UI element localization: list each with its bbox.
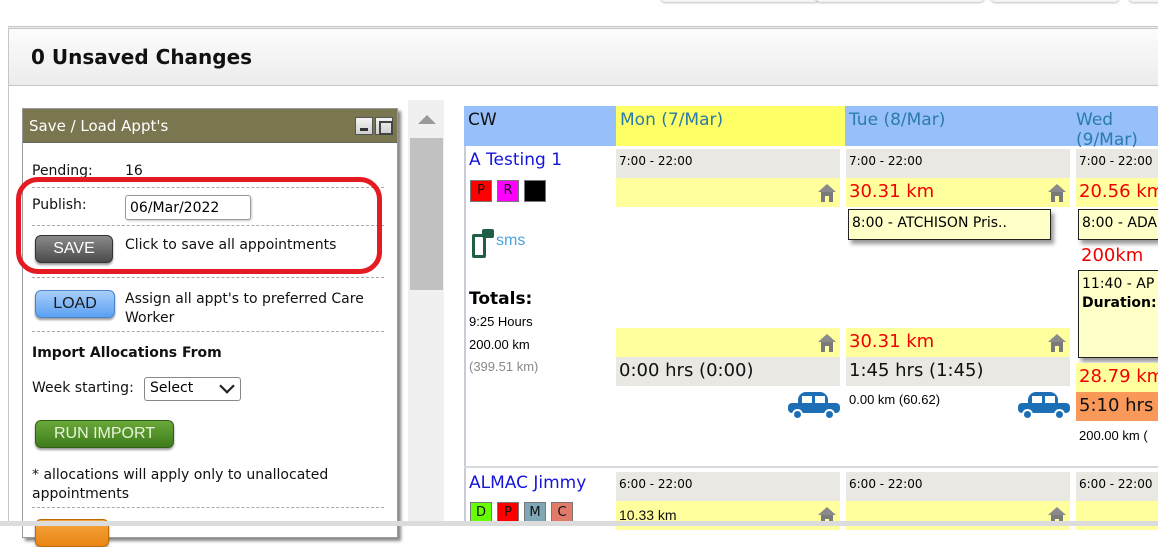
- shift-time[interactable]: 6:00 - 22:00: [616, 472, 840, 501]
- shift-time[interactable]: 6:00 - 22:00: [1076, 472, 1158, 501]
- home-icon: [818, 334, 836, 352]
- column-header-mon[interactable]: Mon (7/Mar): [613, 106, 842, 146]
- pending-label: Pending:: [32, 163, 93, 179]
- start-km-cell[interactable]: [616, 178, 840, 207]
- total-hours: 9:25 Hours: [469, 314, 533, 329]
- panel-scrollbar[interactable]: [408, 100, 444, 526]
- top-tab[interactable]: [990, 0, 1120, 2]
- worker-name-link[interactable]: ALMAC Jimmy: [469, 473, 586, 493]
- message-bubble-icon: [482, 229, 494, 238]
- divider: [32, 331, 384, 332]
- worker-name-link[interactable]: A Testing 1: [469, 150, 562, 170]
- load-description: Assign all appt's to preferred Care: [125, 291, 364, 307]
- total-km-estimate: (399.51 km): [469, 359, 539, 374]
- divider: [32, 225, 384, 226]
- worker-tag: R: [497, 180, 519, 202]
- appointment-card[interactable]: 11:40 - AP Duration:: [1078, 270, 1158, 358]
- publish-date-input[interactable]: [125, 195, 251, 220]
- shift-time[interactable]: 6:00 - 22:00: [846, 472, 1070, 501]
- scroll-up-icon[interactable]: [418, 115, 436, 124]
- car-icon[interactable]: [788, 392, 840, 420]
- save-button[interactable]: SAVE: [35, 235, 113, 263]
- publish-label: Publish:: [32, 197, 87, 213]
- minimize-icon[interactable]: [355, 117, 373, 135]
- end-km: 30.31 km: [849, 331, 935, 352]
- end-km-cell[interactable]: 30.31 km: [846, 328, 1070, 357]
- appointment-duration-label: Duration:: [1082, 295, 1157, 311]
- save-load-panel: Save / Load Appt's Pending: 16 Publish: …: [22, 108, 398, 547]
- load-description-cont: Worker: [125, 310, 175, 326]
- roster-calendar: CW Mon (7/Mar) Tue (8/Mar) Wed (9/Mar) A…: [464, 106, 1158, 530]
- appointment-title: 11:40 - AP: [1082, 276, 1155, 292]
- import-heading: Import Allocations From: [32, 345, 222, 361]
- shift-time[interactable]: 7:00 - 22:00: [616, 149, 840, 178]
- sms-label: sms: [496, 232, 526, 249]
- scroll-thumb[interactable]: [410, 138, 443, 290]
- week-starting-label: Week starting:: [32, 380, 134, 396]
- day-hours: 5:10 hrs: [1076, 392, 1158, 421]
- import-note: * allocations will apply only to unalloc…: [32, 467, 329, 483]
- pending-count: 16: [125, 163, 143, 179]
- appointment-card[interactable]: 8:00 - ATCHISON Pris..: [848, 209, 1051, 240]
- chevron-down-icon: [219, 378, 235, 394]
- column-header-tue[interactable]: Tue (8/Mar): [842, 106, 1072, 146]
- import-note-cont: appointments: [32, 486, 130, 502]
- load-button[interactable]: LOAD: [35, 290, 115, 318]
- panel-titlebar[interactable]: Save / Load Appt's: [23, 109, 397, 143]
- row-divider: [464, 466, 1158, 468]
- top-tab[interactable]: [815, 0, 985, 2]
- start-km-cell[interactable]: 20.56 km: [1076, 178, 1158, 207]
- shift-time[interactable]: 7:00 - 22:00: [1076, 149, 1158, 178]
- travel-km: 0.00 km (60.62): [849, 392, 941, 407]
- car-icon[interactable]: [1018, 392, 1070, 420]
- column-divider: [464, 146, 466, 526]
- divider: [32, 277, 384, 278]
- week-select-value: Select: [150, 380, 194, 396]
- shift-time[interactable]: 7:00 - 22:00: [846, 149, 1070, 178]
- end-km: 28.79 km: [1079, 366, 1158, 387]
- worker-tag: [524, 180, 546, 202]
- total-km: 200.00 km: [469, 337, 530, 352]
- divider: [32, 507, 384, 508]
- worker-tag: P: [470, 180, 492, 202]
- home-icon: [1048, 334, 1066, 352]
- content-border: [8, 86, 9, 526]
- sms-button[interactable]: sms: [469, 226, 539, 266]
- end-km-cell[interactable]: 28.79 km: [1076, 363, 1158, 392]
- divider: [32, 187, 384, 188]
- travel-km: 200.00 km (: [1079, 428, 1148, 443]
- top-tab[interactable]: [1128, 0, 1158, 2]
- day-hours: 1:45 hrs (1:45): [846, 357, 1070, 386]
- column-header-cw: CW: [464, 106, 613, 146]
- start-km: 20.56 km: [1079, 181, 1158, 202]
- start-km-cell[interactable]: 30.31 km: [846, 178, 1070, 207]
- week-starting-select[interactable]: Select: [144, 377, 241, 401]
- start-km: 30.31 km: [849, 181, 935, 202]
- day-hours: 0:00 hrs (0:00): [616, 357, 840, 386]
- end-km-cell[interactable]: [616, 328, 840, 357]
- home-icon: [1048, 184, 1066, 202]
- run-import-button[interactable]: RUN IMPORT: [35, 420, 174, 448]
- appointment-card[interactable]: 8:00 - ADA: [1078, 209, 1158, 240]
- column-header-wed[interactable]: Wed (9/Mar): [1072, 106, 1158, 150]
- top-tab[interactable]: [660, 0, 820, 2]
- save-description: Click to save all appointments: [125, 237, 337, 253]
- panel-title: Save / Load Appt's: [29, 117, 169, 135]
- bottom-edge: [0, 521, 1158, 526]
- top-tab-strip: [0, 0, 1158, 26]
- distance-warning: 200km: [1081, 245, 1144, 266]
- maximize-icon[interactable]: [375, 117, 393, 135]
- page-title: 0 Unsaved Changes: [31, 45, 253, 69]
- home-icon: [818, 184, 836, 202]
- unsaved-changes-header: 0 Unsaved Changes: [8, 26, 1158, 86]
- totals-label: Totals:: [469, 289, 533, 309]
